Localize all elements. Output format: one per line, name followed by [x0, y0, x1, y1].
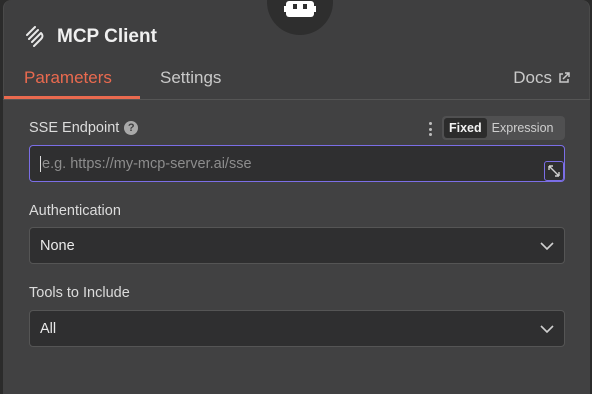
- docs-link[interactable]: Docs: [513, 68, 570, 88]
- node-title: MCP Client: [57, 26, 157, 47]
- authentication-label-row: Authentication: [29, 203, 121, 219]
- docs-label: Docs: [513, 68, 552, 87]
- chevron-down-icon: [540, 324, 554, 333]
- tab-bar: Parameters Settings Docs: [3, 60, 590, 100]
- tools-label-row: Tools to Include: [29, 285, 130, 301]
- sse-endpoint-label: SSE Endpoint: [29, 120, 120, 136]
- parameters-content: SSE Endpoint ? Fixed Expression e.g. htt…: [3, 100, 590, 394]
- sse-endpoint-label-row: SSE Endpoint ?: [29, 120, 139, 136]
- authentication-value: None: [40, 237, 75, 254]
- expand-icon: [548, 165, 560, 177]
- external-link-icon: [559, 72, 570, 83]
- tools-label: Tools to Include: [29, 285, 130, 301]
- mode-fixed[interactable]: Fixed: [444, 118, 487, 138]
- help-icon[interactable]: ?: [124, 121, 139, 135]
- fixed-expression-toggle[interactable]: Fixed Expression: [442, 116, 565, 140]
- text-caret: [40, 155, 41, 172]
- robot-icon-badge: [267, 0, 333, 35]
- tools-select[interactable]: All: [29, 310, 565, 347]
- mode-expression[interactable]: Expression: [487, 118, 559, 138]
- sse-endpoint-input[interactable]: e.g. https://my-mcp-server.ai/sse: [29, 145, 565, 182]
- expand-editor-button[interactable]: [544, 161, 564, 181]
- sse-endpoint-placeholder: e.g. https://my-mcp-server.ai/sse: [42, 155, 252, 172]
- tools-value: All: [40, 320, 57, 337]
- tab-parameters[interactable]: Parameters: [24, 68, 112, 88]
- authentication-select[interactable]: None: [29, 227, 565, 264]
- authentication-label: Authentication: [29, 203, 121, 219]
- active-tab-indicator: [4, 96, 140, 99]
- robot-icon: [284, 1, 316, 17]
- more-options-icon[interactable]: [427, 120, 433, 138]
- mcp-icon: [26, 26, 44, 47]
- tab-settings[interactable]: Settings: [160, 68, 221, 88]
- panel-header: MCP Client: [24, 25, 157, 49]
- chevron-down-icon: [540, 241, 554, 250]
